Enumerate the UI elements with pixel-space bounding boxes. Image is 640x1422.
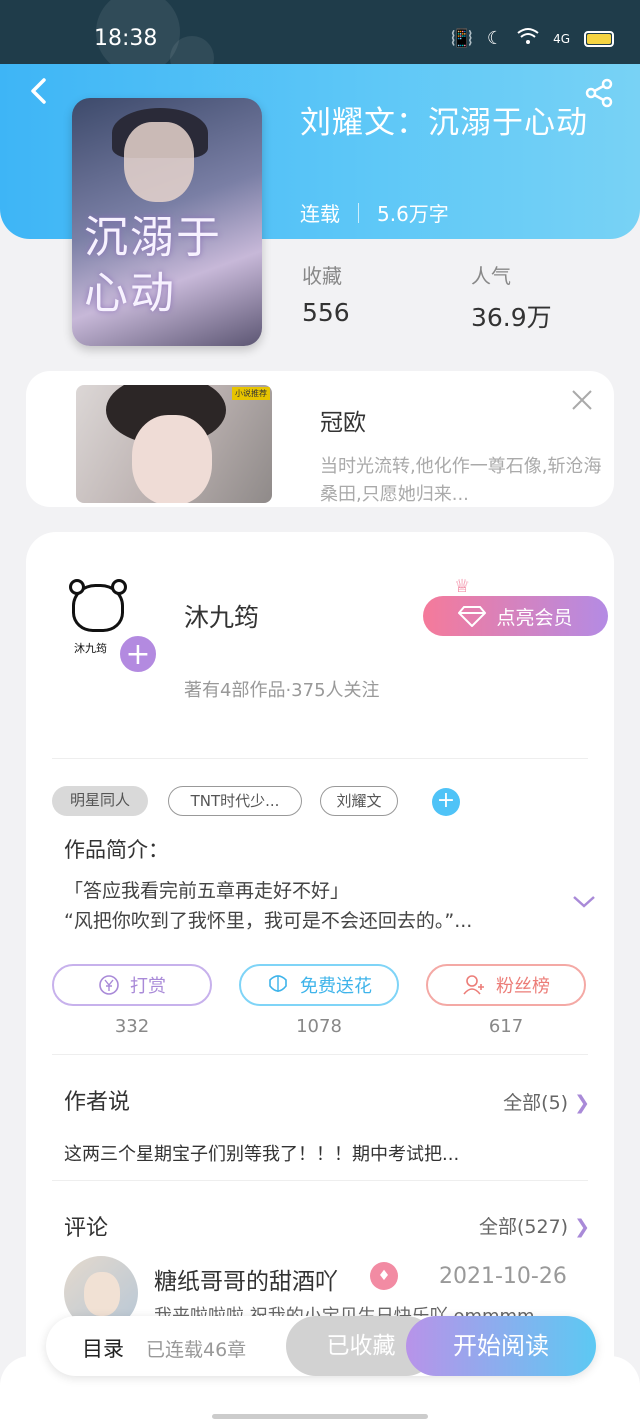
recommend-image-badge: 小说推荐 — [232, 387, 270, 400]
divider — [52, 1054, 588, 1055]
follow-plus-button[interactable]: + — [118, 634, 158, 674]
flower-icon — [269, 975, 287, 992]
vip-button-label: 点亮会员 — [496, 606, 573, 629]
vibrate-icon: 📳 — [450, 28, 473, 49]
author-says-more[interactable]: 全部(5) ❯ — [503, 1088, 590, 1115]
divider — [52, 758, 588, 759]
chevron-down-icon[interactable] — [572, 890, 596, 915]
author-meta: 著有4部作品·375人关注 — [184, 680, 380, 701]
back-button[interactable] — [24, 76, 54, 106]
send-flower-button[interactable]: 免费送花 — [239, 964, 399, 1006]
yen-icon — [99, 975, 119, 995]
battery-icon — [584, 30, 614, 47]
intro-label: 作品简介： — [64, 838, 169, 862]
tag-item[interactable]: 明星同人 — [52, 786, 148, 816]
avatar-signature: 沐九筠 — [74, 642, 107, 655]
intro-line: 「答应我看完前五章再走好不好」 — [64, 880, 350, 902]
crown-icon: ♕ — [454, 576, 471, 597]
author-says-more-label: 全部(5) — [503, 1092, 569, 1114]
bottom-action-bar: 目录 已连载46章 已收藏 开始阅读 — [46, 1316, 596, 1376]
author-says-title: 作者说 — [64, 1090, 131, 1115]
toc-status: 已连载46章 — [146, 1339, 247, 1361]
recommend-card[interactable]: 小说推荐 冠欧 当时光流转,他化作一尊石像,斩沧海桑田,只愿她归来... — [26, 371, 614, 507]
comment-date: 2021-10-26 — [439, 1264, 567, 1289]
cover-title-art: 沉溺于心动 — [84, 212, 222, 319]
wifi-icon — [517, 27, 539, 50]
stat-value-collect: 556 — [302, 298, 350, 327]
comments-title: 评论 — [64, 1216, 109, 1241]
author-name: 沐九筠 — [184, 603, 260, 632]
divider — [52, 1180, 588, 1181]
status-bar: 18:38 📳 ☾ 4G — [0, 0, 640, 80]
book-meta: 连载 5.6万字 — [300, 198, 449, 227]
tag-item[interactable]: TNT时代少... — [168, 786, 302, 816]
signal-icon: 4G — [553, 31, 570, 46]
recommend-image: 小说推荐 — [76, 385, 272, 503]
fans-rank-button[interactable]: 粉丝榜 — [426, 964, 586, 1006]
toc-button[interactable]: 目录 — [82, 1333, 124, 1363]
reward-count: 332 — [114, 1016, 150, 1037]
comments-more-label: 全部(527) — [478, 1216, 569, 1238]
book-title: 刘耀文：沉溺于心动 — [300, 105, 588, 141]
send-flower-label: 免费送花 — [300, 976, 372, 997]
status-icons: 📳 ☾ 4G — [450, 27, 614, 50]
bear-icon — [69, 579, 127, 632]
moon-icon: ☾ — [486, 28, 504, 49]
reward-button[interactable]: 打赏 — [52, 964, 212, 1006]
comment-username[interactable]: 糖纸哥哥的甜酒吖 — [154, 1262, 338, 1296]
reward-label: 打赏 — [130, 976, 166, 997]
author-says-text[interactable]: 这两三个星期宝子们别等我了！！！期中考试把... — [64, 1140, 459, 1166]
chevron-left-icon — [31, 78, 46, 104]
book-cover[interactable]: 沉溺于心动 — [72, 98, 262, 346]
close-icon[interactable] — [570, 385, 594, 420]
fans-count: 617 — [488, 1016, 524, 1037]
book-detail-card: 沐九筠 + 沐九筠 著有4部作品·375人关注 ♕ 点亮会员 明星同人 TNT时… — [26, 532, 614, 1422]
book-word-count: 5.6万字 — [377, 202, 449, 226]
book-status: 连载 — [300, 202, 340, 226]
fans-icon — [463, 975, 484, 995]
fans-rank-label: 粉丝榜 — [496, 976, 550, 997]
chevron-right-icon: ❯ — [574, 1216, 590, 1238]
stat-label-collect: 收藏 — [302, 264, 342, 288]
add-tag-button[interactable]: + — [432, 788, 460, 816]
chevron-right-icon: ❯ — [574, 1092, 590, 1114]
stat-value-popularity: 36.9万 — [471, 303, 552, 332]
comments-more[interactable]: 全部(527) ❯ — [479, 1212, 590, 1239]
recommend-description: 当时光流转,他化作一尊石像,斩沧海桑田,只愿她归来... — [320, 456, 602, 505]
stat-label-popularity: 人气 — [471, 264, 511, 288]
home-indicator[interactable] — [212, 1414, 428, 1419]
diamond-icon — [458, 606, 487, 627]
start-reading-button[interactable]: 开始阅读 — [406, 1316, 596, 1376]
vip-button[interactable]: 点亮会员 — [423, 596, 608, 636]
flower-count: 1078 — [296, 1016, 342, 1037]
status-time: 18:38 — [94, 26, 158, 51]
vip-badge-icon: ♦ — [370, 1262, 398, 1290]
recommend-title: 冠欧 — [320, 410, 366, 436]
intro-text[interactable]: 「答应我看完前五章再走好不好」 “风把你吹到了我怀里，我可是不会还回去的。”..… — [64, 876, 544, 936]
intro-line: “风把你吹到了我怀里，我可是不会还回去的。”... — [64, 910, 473, 932]
tag-item[interactable]: 刘耀文 — [320, 786, 398, 816]
